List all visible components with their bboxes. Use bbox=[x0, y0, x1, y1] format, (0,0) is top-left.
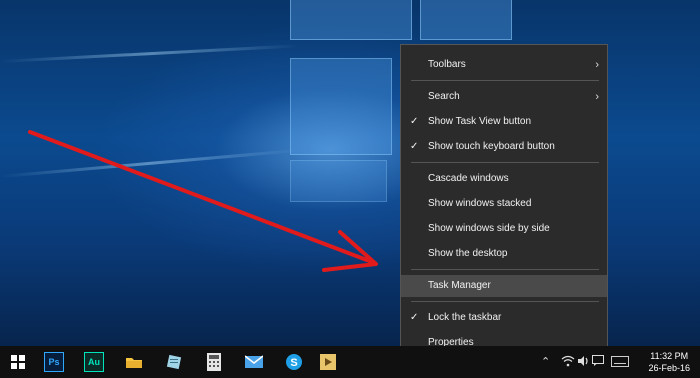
menu-separator bbox=[411, 80, 599, 81]
taskbar: Ps Au S ⌃ 11:32 PM 26-Feb-16 bbox=[0, 346, 700, 378]
menu-item-show-task-view[interactable]: ✓ Show Task View button bbox=[401, 111, 607, 133]
chevron-up-icon[interactable]: ⌃ bbox=[541, 355, 550, 368]
menu-item-label: Cascade windows bbox=[428, 173, 509, 184]
volume-icon[interactable] bbox=[577, 355, 590, 367]
menu-item-label: Task Manager bbox=[428, 280, 491, 291]
checkmark-icon: ✓ bbox=[410, 116, 419, 127]
calculator-icon[interactable] bbox=[204, 352, 224, 372]
menu-item-label: Show windows side by side bbox=[428, 223, 550, 234]
menu-separator bbox=[411, 301, 599, 302]
mail-icon[interactable] bbox=[244, 352, 264, 372]
taskbar-context-menu: Toolbars › Search › ✓ Show Task View but… bbox=[400, 44, 608, 362]
action-center-icon[interactable] bbox=[592, 355, 604, 366]
menu-item-label: Toolbars bbox=[428, 59, 466, 70]
touch-keyboard-icon[interactable] bbox=[611, 356, 629, 367]
menu-item-windows-stacked[interactable]: Show windows stacked bbox=[401, 193, 607, 215]
menu-item-label: Show the desktop bbox=[428, 248, 508, 259]
file-explorer-icon[interactable] bbox=[124, 352, 144, 372]
menu-separator bbox=[411, 269, 599, 270]
menu-item-show-touch-keyboard[interactable]: ✓ Show touch keyboard button bbox=[401, 136, 607, 158]
audition-label: Au bbox=[88, 357, 100, 367]
menu-item-label: Show windows stacked bbox=[428, 198, 532, 209]
menu-item-label: Lock the taskbar bbox=[428, 312, 502, 323]
menu-item-label: Show Task View button bbox=[428, 116, 532, 127]
arrow-shaft bbox=[28, 130, 374, 264]
skype-icon[interactable]: S bbox=[284, 352, 304, 372]
photoshop-label: Ps bbox=[48, 357, 60, 367]
menu-item-cascade-windows[interactable]: Cascade windows bbox=[401, 168, 607, 190]
menu-item-search[interactable]: Search › bbox=[401, 86, 607, 108]
chevron-right-icon: › bbox=[595, 91, 599, 103]
system-clock[interactable]: 11:32 PM 26-Feb-16 bbox=[648, 350, 690, 374]
audition-icon[interactable]: Au bbox=[84, 352, 104, 372]
checkmark-icon: ✓ bbox=[410, 141, 419, 152]
notes-app-icon[interactable] bbox=[164, 352, 184, 372]
clock-date: 26-Feb-16 bbox=[648, 363, 690, 373]
menu-item-show-desktop[interactable]: Show the desktop bbox=[401, 243, 607, 265]
menu-item-task-manager[interactable]: Task Manager bbox=[401, 275, 607, 297]
photoshop-icon[interactable]: Ps bbox=[44, 352, 64, 372]
menu-item-toolbars[interactable]: Toolbars › bbox=[401, 54, 607, 76]
menu-item-side-by-side[interactable]: Show windows side by side bbox=[401, 218, 607, 240]
menu-separator bbox=[411, 162, 599, 163]
svg-text:S: S bbox=[290, 357, 297, 369]
arrow-head bbox=[322, 230, 378, 272]
media-player-icon[interactable] bbox=[318, 352, 338, 372]
checkmark-icon: ✓ bbox=[410, 312, 419, 323]
network-icon[interactable] bbox=[561, 355, 575, 367]
chevron-right-icon: › bbox=[595, 59, 599, 71]
windows-start-icon[interactable] bbox=[8, 352, 28, 372]
menu-item-label: Show touch keyboard button bbox=[428, 141, 555, 152]
menu-item-lock-taskbar[interactable]: ✓ Lock the taskbar bbox=[401, 307, 607, 329]
clock-time: 11:32 PM bbox=[650, 351, 689, 361]
menu-item-label: Search bbox=[428, 91, 460, 102]
